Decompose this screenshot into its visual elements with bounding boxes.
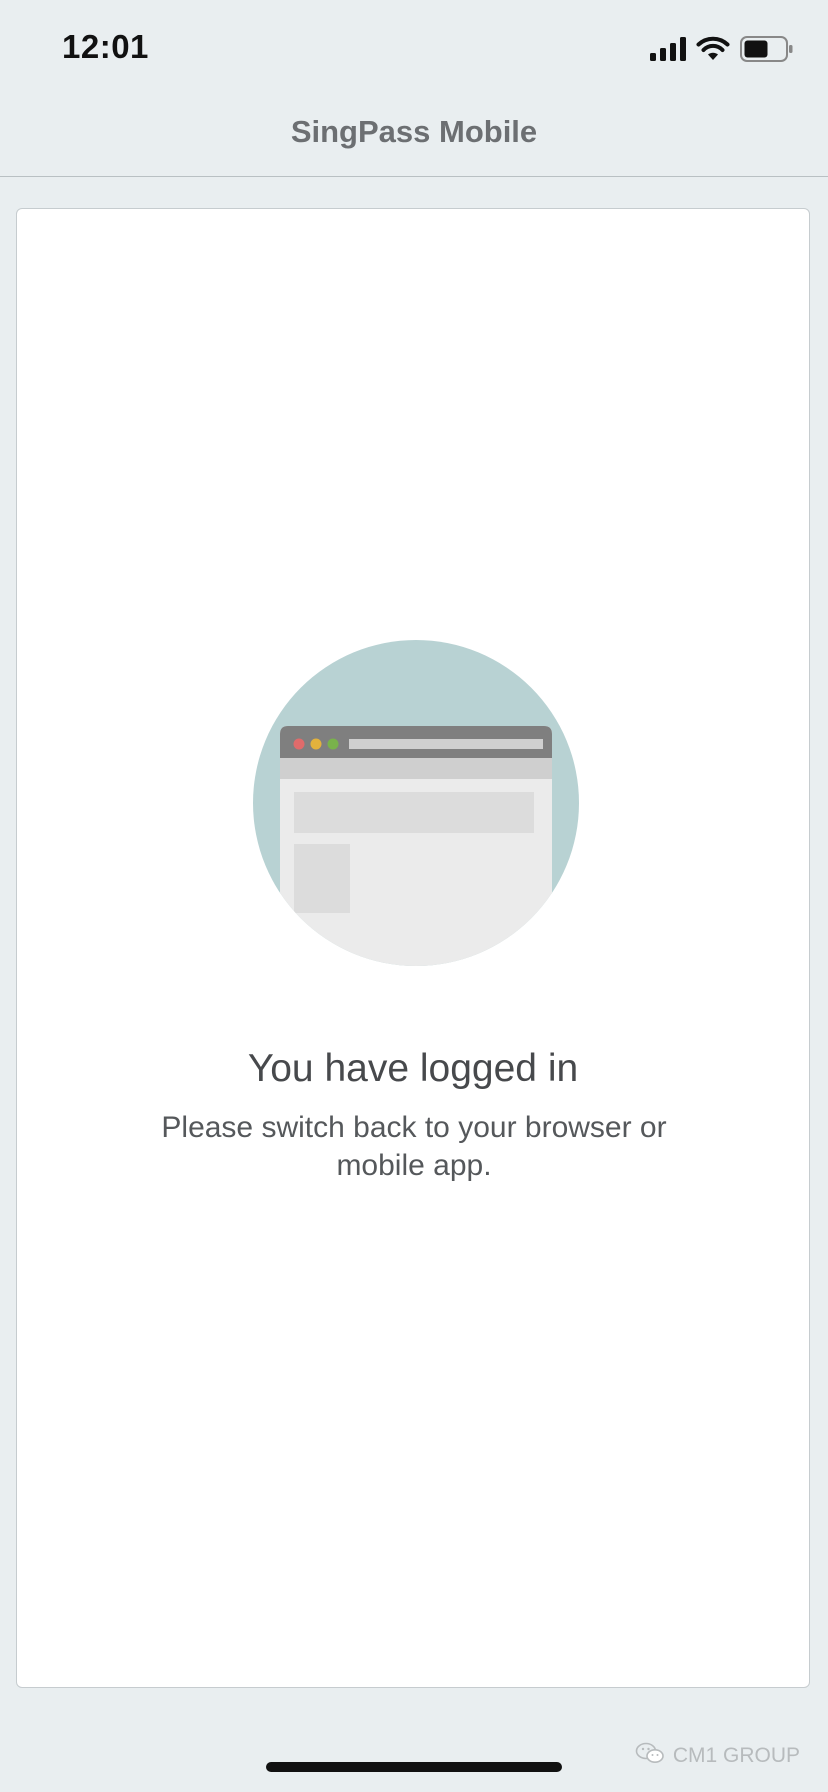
status-bar: 12:01 xyxy=(0,0,828,100)
cellular-signal-icon xyxy=(650,37,686,61)
status-icons xyxy=(650,34,794,64)
nav-header: SingPass Mobile xyxy=(0,100,828,177)
nav-title: SingPass Mobile xyxy=(290,114,538,149)
home-indicator[interactable] xyxy=(266,1762,562,1772)
status-time: 12:01 xyxy=(62,28,149,65)
watermark: CM1 GROUP xyxy=(635,1742,800,1770)
page-heading: You have logged in xyxy=(247,1047,579,1090)
watermark-text: CM1 GROUP xyxy=(672,1744,800,1767)
instruction-message: Please switch back to your browser or mo… xyxy=(161,1111,667,1182)
wechat-icon xyxy=(635,1742,665,1770)
battery-icon xyxy=(740,36,794,62)
content-card: You have logged in Please switch back to… xyxy=(16,208,810,1688)
wifi-icon xyxy=(696,36,730,62)
browser-window-icon xyxy=(253,640,579,966)
